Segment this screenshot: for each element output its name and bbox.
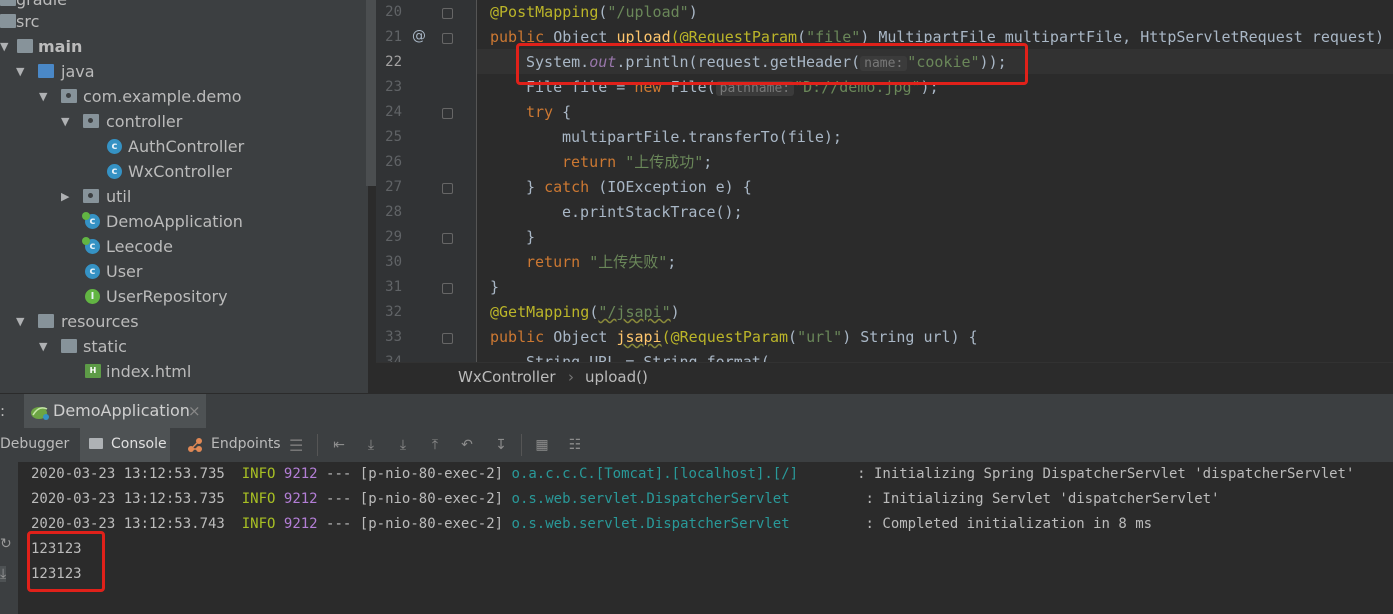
line-number: 27 <box>385 179 402 195</box>
folder-icon <box>0 0 16 6</box>
code-line-27[interactable]: } catch (IOException e) { <box>526 175 752 200</box>
breadcrumb: WxController › upload() <box>376 362 1393 394</box>
expand-arrow-icon[interactable]: ▼ <box>0 34 8 59</box>
folder-icon <box>61 339 77 353</box>
soft-wrap-icon[interactable]: ↻ <box>0 536 12 552</box>
expand-arrow-icon[interactable]: ▼ <box>61 109 69 134</box>
evaluate-expression-icon[interactable]: ▦ <box>533 437 551 453</box>
interface-icon: I <box>85 289 100 304</box>
endpoints-icon <box>188 438 202 452</box>
line-number: 23 <box>385 79 402 95</box>
project-tree: gradle src ▼ main ▼ java ▼ com.example.d… <box>0 0 368 393</box>
run-subtabs: Debugger Console Endpoints ☰ <box>0 428 1393 463</box>
line-number: 30 <box>385 254 402 270</box>
line-number: 31 <box>385 279 402 295</box>
close-icon[interactable]: × <box>188 402 201 420</box>
fold-icon[interactable] <box>442 108 453 119</box>
code-line-30[interactable]: return "上传失败"; <box>526 250 676 275</box>
menu-icon[interactable]: ☰ <box>289 436 303 455</box>
line-number: 21 <box>385 29 402 45</box>
folder-icon <box>17 39 33 53</box>
line-number: 24 <box>385 104 402 120</box>
code-line-20[interactable]: @PostMapping("/upload") <box>490 0 698 25</box>
line-number: 34 <box>385 354 402 362</box>
console-side-toolbar: ↻ ⤓ <box>0 462 18 614</box>
step-into-icon[interactable]: ⤓ <box>394 437 412 453</box>
console-icon <box>89 438 103 449</box>
highlight-box-code <box>516 43 1028 85</box>
toolbar-divider <box>317 434 318 456</box>
fold-icon[interactable] <box>442 283 453 294</box>
log-line: 2020-03-23 13:12:53.743 INFO 9212 --- [p… <box>31 516 1153 532</box>
line-number: 28 <box>385 204 402 220</box>
line-number: 26 <box>385 154 402 170</box>
code-line-32[interactable]: @GetMapping("/jsapi") <box>490 300 680 325</box>
drop-frame-icon[interactable]: ↶ <box>458 437 476 453</box>
log-line: 2020-03-23 13:12:53.735 INFO 9212 --- [p… <box>31 466 1355 482</box>
trace-icon[interactable]: ☷ <box>566 437 584 453</box>
class-icon: c <box>107 139 122 154</box>
class-icon: c <box>107 164 122 179</box>
line-number: 22 <box>385 54 402 70</box>
breadcrumb-separator: › <box>568 368 574 386</box>
override-gutter-icon[interactable]: @ <box>412 24 428 49</box>
folder-icon <box>0 14 16 28</box>
scroll-to-end-icon[interactable]: ⤓ <box>0 566 7 582</box>
expand-arrow-icon[interactable]: ▼ <box>16 59 24 84</box>
resources-folder-icon <box>38 314 54 328</box>
source-folder-icon <box>38 64 54 78</box>
tab-endpoints[interactable]: Endpoints <box>182 428 282 462</box>
show-execution-point-icon[interactable]: ⇤ <box>330 437 348 453</box>
spring-boot-class-icon: c <box>82 212 100 229</box>
code-line-28[interactable]: e.printStackTrace(); <box>562 200 743 225</box>
step-over-icon[interactable]: ⤓ <box>362 437 380 453</box>
step-out-icon[interactable]: ⤒ <box>426 437 444 453</box>
code-line-33[interactable]: public Object jsapi(@RequestParam("url")… <box>490 325 978 350</box>
html-file-icon: H <box>85 364 101 378</box>
fold-icon[interactable] <box>442 8 453 19</box>
fold-icon[interactable] <box>442 183 453 194</box>
fold-icon[interactable] <box>442 233 453 244</box>
log-line: 2020-03-23 13:12:53.735 INFO 9212 --- [p… <box>31 491 1220 507</box>
fold-icon[interactable] <box>442 333 453 344</box>
run-to-cursor-icon[interactable]: ↧ <box>492 437 510 453</box>
run-tool-window-header: : DemoApplication × <box>0 393 1393 429</box>
breadcrumb-file[interactable]: WxController <box>458 368 556 386</box>
code-line-29[interactable]: } <box>526 225 535 250</box>
tab-debugger[interactable]: Debugger <box>0 436 69 452</box>
line-number: 29 <box>385 229 402 245</box>
line-number: 33 <box>385 329 402 345</box>
line-number: 32 <box>385 304 402 320</box>
class-icon: c <box>85 264 100 279</box>
code-line-24[interactable]: try { <box>526 100 571 125</box>
code-line-25[interactable]: multipartFile.transferTo(file); <box>562 125 842 150</box>
run-label: : <box>0 402 6 420</box>
expand-arrow-icon[interactable]: ▼ <box>39 84 47 109</box>
expand-arrow-icon[interactable]: ▼ <box>16 309 24 334</box>
tab-console[interactable]: Console <box>80 428 170 462</box>
code-line-34[interactable]: String URL = String.format( <box>526 350 770 362</box>
breadcrumb-method[interactable]: upload() <box>585 368 648 386</box>
line-number: 20 <box>385 4 402 20</box>
spring-class-icon: c <box>82 237 100 254</box>
spring-boot-run-icon <box>31 407 49 420</box>
tab-demoapplication[interactable]: DemoApplication × <box>24 394 206 429</box>
package-icon <box>83 189 99 203</box>
package-icon <box>83 114 99 128</box>
expand-arrow-icon[interactable]: ▼ <box>39 334 47 359</box>
code-line-26[interactable]: return "上传成功"; <box>562 150 712 175</box>
highlight-box-output <box>27 531 105 592</box>
package-icon <box>61 89 77 103</box>
line-number: 25 <box>385 129 402 145</box>
code-line-31[interactable]: } <box>490 275 499 300</box>
fold-icon[interactable] <box>442 33 453 44</box>
collapse-arrow-icon[interactable]: ▶ <box>61 184 69 209</box>
toolbar-divider <box>521 434 522 456</box>
